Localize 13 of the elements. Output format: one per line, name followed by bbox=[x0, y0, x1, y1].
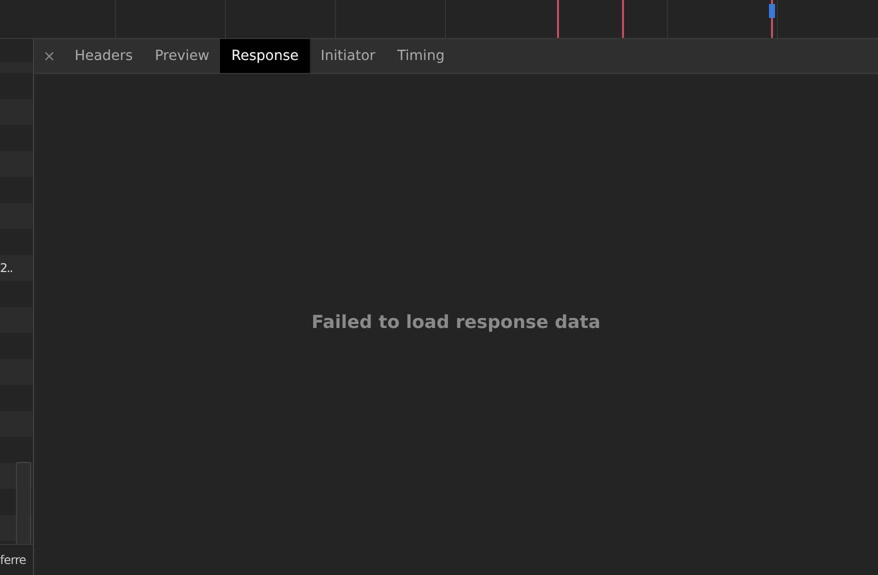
tab[interactable]: Preview bbox=[144, 39, 220, 73]
close-button[interactable]: × bbox=[34, 39, 64, 73]
timeline-bar bbox=[769, 4, 775, 18]
timeline-marker bbox=[557, 0, 559, 38]
status-text: ferre bbox=[0, 544, 33, 575]
tab[interactable]: Response bbox=[220, 39, 310, 73]
timeline-marker bbox=[622, 0, 624, 38]
empty-message: Failed to load response data bbox=[312, 312, 600, 333]
tab[interactable]: Headers bbox=[64, 39, 144, 73]
scrollbar-thumb[interactable] bbox=[16, 462, 31, 544]
request-name[interactable]: 2.. bbox=[0, 261, 12, 275]
tab[interactable]: Timing bbox=[386, 39, 456, 73]
tab[interactable]: Initiator bbox=[310, 39, 386, 73]
